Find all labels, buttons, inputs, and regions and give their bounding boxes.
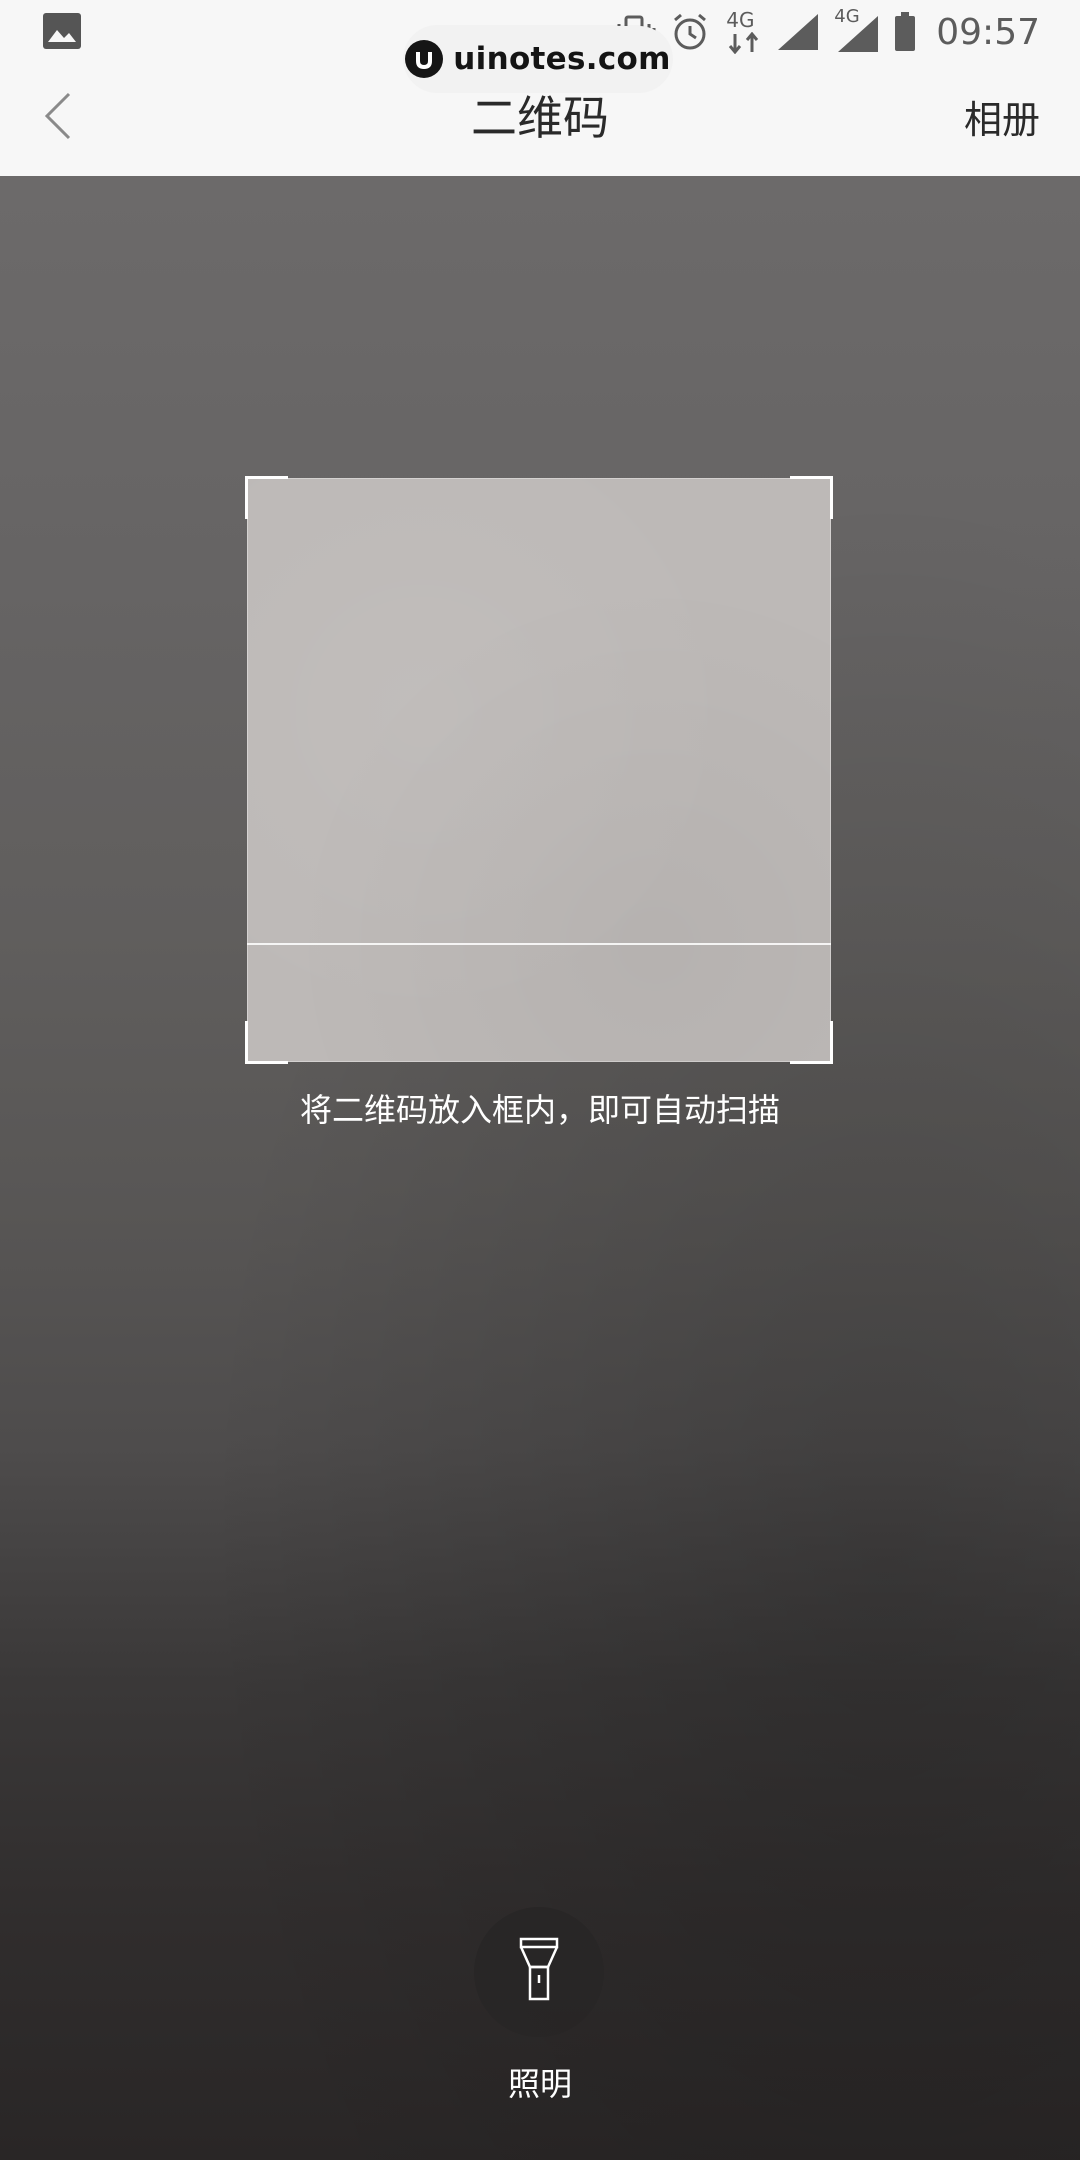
flashlight-button[interactable] <box>474 1907 604 2037</box>
alarm-icon <box>670 12 710 52</box>
4g-signal-icon: 4G <box>834 6 880 54</box>
4g-data-icon: 4G <box>724 8 762 54</box>
scan-hint-text: 将二维码放入框内，即可自动扫描 <box>299 1091 780 1129</box>
scan-line <box>247 943 831 945</box>
album-button[interactable]: 相册 <box>964 92 1040 148</box>
network-type-label: 4G <box>726 8 755 32</box>
uinotes-logo-icon <box>405 40 444 78</box>
flashlight-label: 照明 <box>507 2065 572 2103</box>
image-icon <box>42 12 82 50</box>
battery-icon <box>894 12 916 52</box>
scan-frame-preview <box>247 478 831 1062</box>
camera-preview <box>0 176 1080 2160</box>
frame-corner-bottom-right <box>790 1021 833 1064</box>
watermark-badge: uinotes.com <box>404 26 672 92</box>
page-title: 二维码 <box>471 91 609 145</box>
frame-corner-top-left <box>245 476 288 519</box>
status-icons: 4G 4G 09:57 <box>612 6 1040 58</box>
flashlight-icon <box>516 1937 562 2007</box>
signal-icon <box>776 12 820 52</box>
watermark-text: uinotes.com <box>453 41 671 77</box>
frame-corner-top-right <box>790 476 833 519</box>
frame-corner-bottom-left <box>245 1021 288 1064</box>
status-time: 09:57 <box>936 11 1040 53</box>
scan-frame <box>245 476 833 1064</box>
